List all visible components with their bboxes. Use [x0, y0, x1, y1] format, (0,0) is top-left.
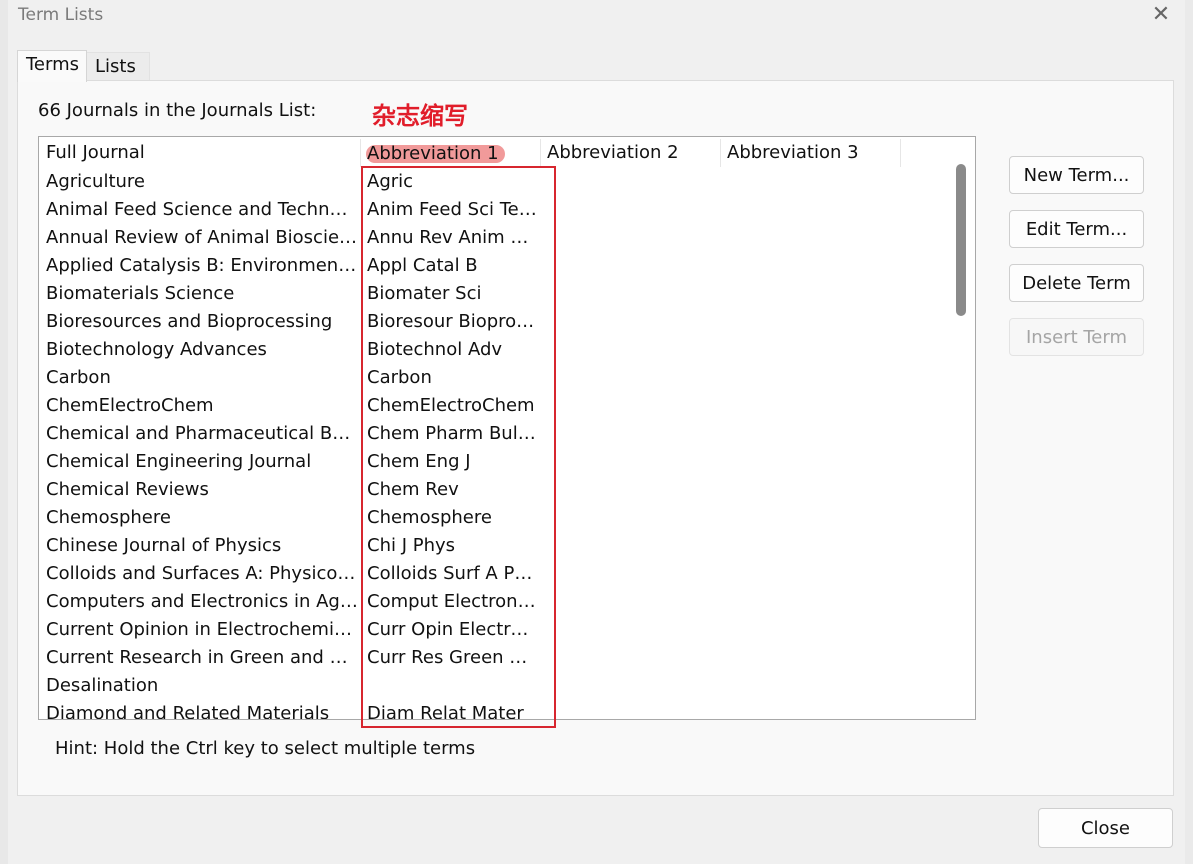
- abbreviation-1-cell: Curr Opin Electro...: [367, 619, 537, 640]
- title-bar: Term Lists ✕: [0, 0, 1193, 32]
- full-journal-cell: Bioresources and Bioprocessing: [46, 311, 333, 332]
- hint-text: Hint: Hold the Ctrl key to select multip…: [55, 738, 476, 759]
- window-title: Term Lists: [18, 5, 104, 25]
- table-row[interactable]: Current Research in Green and Sus... Curr…: [39, 644, 949, 672]
- close-button[interactable]: Close: [1038, 808, 1173, 848]
- abbreviation-1-cell: Diam Relat Mater: [367, 703, 524, 720]
- column-header-abbreviation-2[interactable]: Abbreviation 2: [547, 139, 679, 167]
- full-journal-cell: Biotechnology Advances: [46, 339, 267, 360]
- table-row[interactable]: Applied Catalysis B: Environmental Appl C…: [39, 252, 949, 280]
- table-row[interactable]: Diamond and Related Materials Diam Relat …: [39, 700, 949, 720]
- edit-term-button[interactable]: Edit Term...: [1009, 210, 1144, 248]
- full-journal-cell: Annual Review of Animal Bioscienc...: [46, 227, 358, 248]
- table-row[interactable]: Chinese Journal of Physics Chi J Phys: [39, 532, 949, 560]
- abbreviation-1-cell: Bioresour Bioproc...: [367, 311, 537, 332]
- table-row[interactable]: Chemical and Pharmaceutical Bulle... Chem…: [39, 420, 949, 448]
- full-journal-cell: Computers and Electronics in Agri...: [46, 591, 358, 612]
- table-row[interactable]: Current Opinion in Electrochemistry Curr …: [39, 616, 949, 644]
- abbreviation-1-cell: Chemosphere: [367, 507, 492, 528]
- full-journal-cell: Diamond and Related Materials: [46, 703, 330, 720]
- full-journal-cell: Carbon: [46, 367, 111, 388]
- abbreviation-1-cell: Biotechnol Adv: [367, 339, 503, 360]
- table-row[interactable]: Annual Review of Animal Bioscienc... Annu…: [39, 224, 949, 252]
- abbreviation-1-cell: Chem Eng J: [367, 451, 471, 472]
- tab-terms[interactable]: Terms: [17, 50, 87, 82]
- abbreviation-1-cell: Chi J Phys: [367, 535, 456, 556]
- table-row[interactable]: ChemElectroChem ChemElectroChem: [39, 392, 949, 420]
- full-journal-cell: Chinese Journal of Physics: [46, 535, 282, 556]
- abbreviation-1-cell: Curr Res Green Su...: [367, 647, 537, 668]
- full-journal-cell: Chemosphere: [46, 507, 171, 528]
- column-header-abbreviation-1[interactable]: Abbreviation 1: [366, 145, 505, 163]
- table-row[interactable]: Bioresources and Bioprocessing Bioresour …: [39, 308, 949, 336]
- full-journal-cell: Chemical Reviews: [46, 479, 209, 500]
- full-journal-cell: ChemElectroChem: [46, 395, 214, 416]
- full-journal-cell: Colloids and Surfaces A: Physicoch...: [46, 563, 358, 584]
- full-journal-cell: Current Research in Green and Sus...: [46, 647, 358, 668]
- abbreviation-1-cell: ChemElectroChem: [367, 395, 535, 416]
- full-journal-cell: Chemical and Pharmaceutical Bulle...: [46, 423, 358, 444]
- tab-lists[interactable]: Lists: [86, 52, 150, 81]
- table-row[interactable]: Computers and Electronics in Agri... Comp…: [39, 588, 949, 616]
- table-row[interactable]: Agriculture Agric: [39, 168, 949, 196]
- full-journal-cell: Biomaterials Science: [46, 283, 235, 304]
- table-row[interactable]: Animal Feed Science and Technolo... Anim …: [39, 196, 949, 224]
- abbreviation-1-cell: Chem Pharm Bull ...: [367, 423, 537, 444]
- scrollbar-thumb[interactable]: [956, 164, 966, 316]
- full-journal-cell: Agriculture: [46, 171, 145, 192]
- abbreviation-1-cell: Agric: [367, 171, 414, 192]
- vertical-scrollbar[interactable]: [948, 137, 975, 719]
- table-row[interactable]: Carbon Carbon: [39, 364, 949, 392]
- abbreviation-1-cell: Chem Rev: [367, 479, 459, 500]
- full-journal-cell: Applied Catalysis B: Environmental: [46, 255, 358, 276]
- delete-term-button[interactable]: Delete Term: [1009, 264, 1144, 302]
- column-divider[interactable]: [720, 139, 721, 167]
- list-caption: 66 Journals in the Journals List:: [38, 100, 317, 121]
- table-row[interactable]: Chemical Reviews Chem Rev: [39, 476, 949, 504]
- background-window-edge-right: [1185, 0, 1193, 864]
- abbreviation-1-cell: Colloids Surf A Ph...: [367, 563, 537, 584]
- full-journal-cell: Chemical Engineering Journal: [46, 451, 312, 472]
- insert-term-button: Insert Term: [1009, 318, 1144, 356]
- new-term-button[interactable]: New Term...: [1009, 156, 1144, 194]
- abbreviation-1-cell: Annu Rev Anim Bi...: [367, 227, 537, 248]
- full-journal-cell: Current Opinion in Electrochemistry: [46, 619, 358, 640]
- column-divider[interactable]: [540, 139, 541, 167]
- column-header-abbreviation-3[interactable]: Abbreviation 3: [727, 139, 859, 167]
- annotation-label: 杂志缩写: [372, 102, 468, 130]
- column-header-full-journal[interactable]: Full Journal: [46, 139, 145, 167]
- abbreviation-1-cell: Appl Catal B: [367, 255, 478, 276]
- abbreviation-1-cell: Anim Feed Sci Tec...: [367, 199, 537, 220]
- background-window-edge-left: [0, 0, 8, 864]
- term-lists-dialog: Term Lists ✕ Terms Lists 66 Journals in …: [0, 0, 1193, 864]
- full-journal-cell: Desalination: [46, 675, 159, 696]
- column-divider[interactable]: [900, 139, 901, 167]
- abbreviation-1-cell: Biomater Sci: [367, 283, 482, 304]
- table-row[interactable]: Biomaterials Science Biomater Sci: [39, 280, 949, 308]
- table-row[interactable]: Chemical Engineering Journal Chem Eng J: [39, 448, 949, 476]
- close-icon[interactable]: ✕: [1148, 3, 1174, 27]
- column-divider[interactable]: [360, 139, 361, 167]
- table-row[interactable]: Chemosphere Chemosphere: [39, 504, 949, 532]
- table-row[interactable]: Desalination: [39, 672, 949, 700]
- table-row[interactable]: Biotechnology Advances Biotechnol Adv: [39, 336, 949, 364]
- full-journal-cell: Animal Feed Science and Technolo...: [46, 199, 358, 220]
- table-row[interactable]: Colloids and Surfaces A: Physicoch... Col…: [39, 560, 949, 588]
- abbreviation-1-cell: Carbon: [367, 367, 432, 388]
- abbreviation-1-cell: Comput Electron ...: [367, 591, 537, 612]
- terms-list[interactable]: Full Journal Abbreviation 1 Abbreviation…: [38, 136, 976, 720]
